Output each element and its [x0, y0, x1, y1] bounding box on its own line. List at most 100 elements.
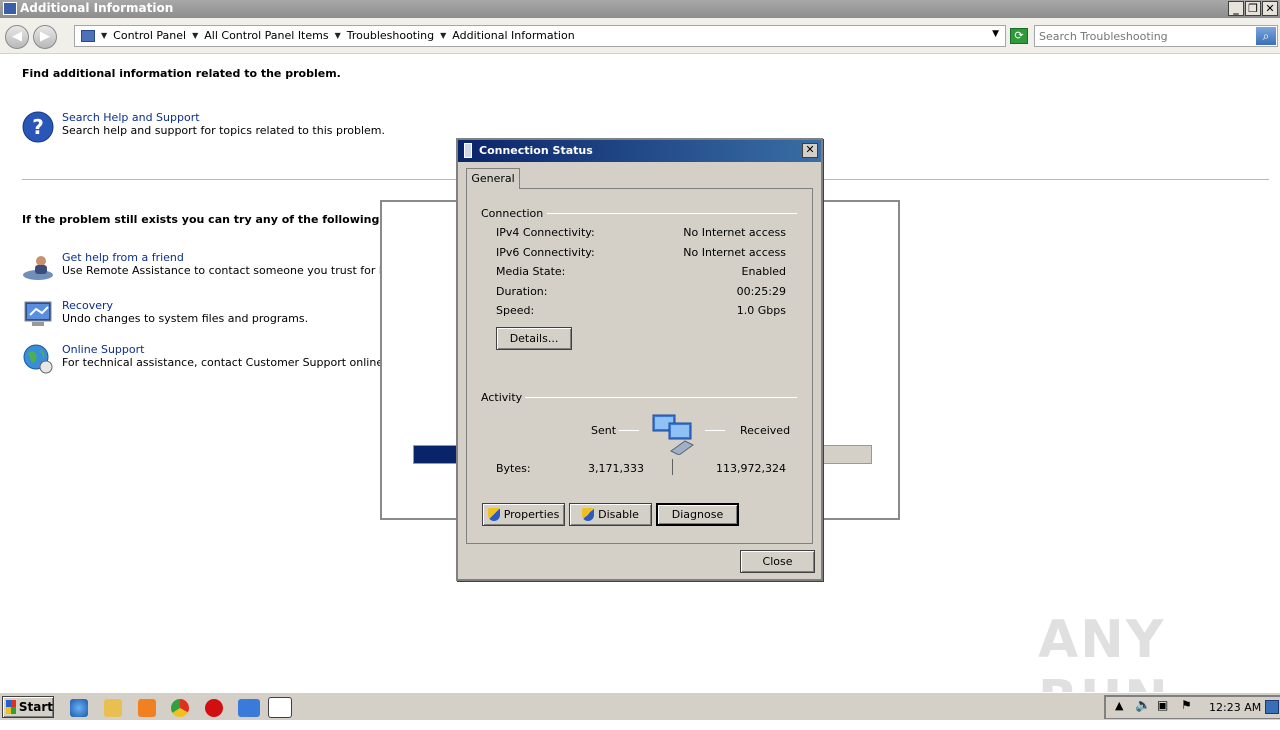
- bytes-divider: [672, 459, 673, 475]
- volume-icon[interactable]: 🔈: [1135, 698, 1151, 713]
- ipv4-value: No Internet access: [683, 226, 786, 239]
- online-support-desc: For technical assistance, contact Custom…: [62, 356, 387, 369]
- received-line: [705, 430, 725, 431]
- help-icon: ?: [22, 111, 54, 143]
- action-center-flag-icon[interactable]: ⚑: [1181, 698, 1192, 712]
- details-button[interactable]: Details...: [496, 327, 572, 350]
- recovery-link[interactable]: Recovery: [62, 299, 308, 312]
- bytes-sent-value: 3,171,333: [588, 462, 644, 475]
- get-help-desc: Use Remote Assistance to contact someone…: [62, 264, 403, 277]
- start-label: Start: [18, 700, 53, 714]
- breadcrumb-troubleshooting[interactable]: Troubleshooting: [347, 29, 434, 42]
- internet-explorer-icon[interactable]: [70, 699, 88, 717]
- dialog-titlebar: Connection Status ✕: [458, 140, 821, 162]
- chevron-down-icon[interactable]: ▼: [101, 31, 107, 40]
- breadcrumb-control-panel[interactable]: Control Panel: [113, 29, 186, 42]
- media-player-icon[interactable]: [138, 699, 156, 717]
- search-icon[interactable]: ⌕: [1256, 27, 1276, 45]
- dialog-close-x-button[interactable]: ✕: [802, 143, 818, 158]
- start-button[interactable]: Start: [2, 696, 54, 718]
- help-support-desc: Search help and support for topics relat…: [62, 124, 385, 137]
- properties-button[interactable]: Properties: [482, 503, 565, 526]
- task-get-help: Get help from a friend Use Remote Assist…: [22, 251, 403, 283]
- received-label: Received: [740, 424, 791, 437]
- network-tray-icon[interactable]: ▣: [1157, 698, 1168, 712]
- show-desktop-icon[interactable]: [1265, 700, 1279, 714]
- sent-label: Sent: [591, 424, 617, 437]
- restore-button[interactable]: ❐: [1245, 1, 1261, 16]
- system-tray: ▲ 🔈 ▣ ⚑ 12:23 AM: [1104, 695, 1280, 719]
- group-separator: [525, 397, 797, 398]
- duration-value: 00:25:29: [736, 285, 786, 298]
- chevron-down-icon[interactable]: ▼: [192, 31, 198, 40]
- taskbar: Start ▲ 🔈 ▣ ⚑ 12:23 AM: [0, 692, 1280, 720]
- speed-value: 1.0 Gbps: [736, 304, 786, 317]
- search-box: ⌕: [1034, 25, 1278, 47]
- show-hidden-icons[interactable]: ▲: [1115, 699, 1123, 712]
- ipv6-label: IPv6 Connectivity:: [496, 246, 595, 259]
- media-state-label: Media State:: [496, 265, 566, 278]
- forward-button[interactable]: ▶: [33, 25, 57, 49]
- back-button[interactable]: ◀: [5, 25, 29, 49]
- recovery-desc: Undo changes to system files and program…: [62, 312, 309, 325]
- bytes-label: Bytes:: [496, 462, 531, 475]
- disable-button[interactable]: Disable: [569, 503, 652, 526]
- tab-general[interactable]: General: [466, 168, 520, 189]
- properties-label: Properties: [503, 508, 560, 521]
- remote-assistance-icon: [23, 256, 53, 280]
- get-help-link[interactable]: Get help from a friend: [62, 251, 403, 264]
- windows-logo-icon: [6, 700, 16, 714]
- address-dropdown-icon[interactable]: ▼: [992, 29, 999, 39]
- svg-text:?: ?: [32, 115, 44, 139]
- progress-fill: [414, 446, 460, 463]
- connection-status-dialog: Connection Status ✕ General Connection I…: [456, 138, 823, 581]
- task-online-support: Online Support For technical assistance,…: [22, 343, 387, 375]
- remote-desktop-icon[interactable]: [238, 699, 260, 717]
- uac-shield-icon: [487, 508, 500, 521]
- help-support-link[interactable]: Search Help and Support: [62, 111, 385, 124]
- bytes-received-value: 113,972,324: [716, 462, 786, 475]
- minimize-button[interactable]: _: [1228, 1, 1244, 16]
- help-support-task: ? Search Help and Support Search help an…: [22, 111, 385, 143]
- speed-label: Speed:: [496, 304, 535, 317]
- control-panel-icon: [81, 29, 95, 42]
- dialog-title: Connection Status: [479, 144, 593, 157]
- explorer-folder-icon[interactable]: [104, 699, 122, 717]
- sent-line: [619, 430, 639, 431]
- ipv4-label: IPv4 Connectivity:: [496, 226, 595, 239]
- task-recovery: Recovery Undo changes to system files an…: [22, 299, 308, 331]
- clock[interactable]: 12:23 AM: [1209, 701, 1261, 714]
- general-tab-panel: Connection IPv4 Connectivity: No Interne…: [466, 188, 813, 544]
- page-heading: Find additional information related to t…: [22, 67, 341, 80]
- chrome-icon[interactable]: [171, 699, 189, 717]
- breadcrumb-all-items[interactable]: All Control Panel Items: [204, 29, 328, 42]
- address-bar: ◀ ▶ ▼ Control Panel ▼ All Control Panel …: [0, 18, 1280, 54]
- activity-group-label: Activity: [481, 391, 523, 404]
- duration-label: Duration:: [496, 285, 548, 298]
- chevron-down-icon[interactable]: ▼: [335, 31, 341, 40]
- network-connections-taskbar-button[interactable]: [268, 697, 292, 718]
- disable-label: Disable: [598, 508, 639, 521]
- refresh-icon[interactable]: ⟳: [1010, 28, 1028, 44]
- chevron-down-icon[interactable]: ▼: [440, 31, 446, 40]
- uac-shield-icon: [582, 508, 595, 521]
- connection-group-label: Connection: [481, 207, 544, 220]
- breadcrumb-additional-info[interactable]: Additional Information: [452, 29, 574, 42]
- recovery-icon: [24, 301, 52, 326]
- diagnose-button[interactable]: Diagnose: [656, 503, 739, 526]
- group-separator: [547, 213, 797, 214]
- control-panel-icon: [3, 2, 17, 15]
- online-support-link[interactable]: Online Support: [62, 343, 387, 356]
- search-input[interactable]: [1039, 28, 1249, 44]
- opera-icon[interactable]: [205, 699, 223, 717]
- window-close-button[interactable]: ✕: [1262, 1, 1278, 16]
- window-title: Additional Information: [20, 1, 174, 15]
- network-adapter-icon: [464, 143, 472, 158]
- ipv6-value: No Internet access: [683, 246, 786, 259]
- address-box[interactable]: ▼ Control Panel ▼ All Control Panel Item…: [74, 25, 1006, 47]
- window-titlebar: Additional Information _ ❐ ✕: [0, 0, 1280, 18]
- network-activity-icon: [652, 414, 694, 455]
- close-button[interactable]: Close: [740, 550, 815, 573]
- section-heading: If the problem still exists you can try …: [22, 213, 420, 226]
- globe-icon: [23, 344, 53, 374]
